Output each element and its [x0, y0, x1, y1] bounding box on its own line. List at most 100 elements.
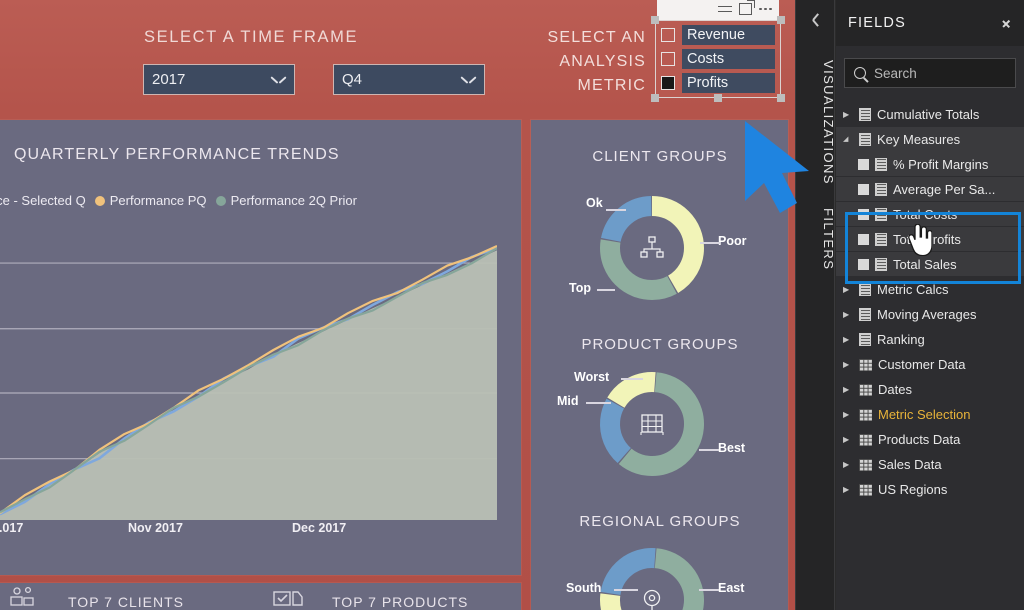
field-more-icon[interactable] [1001, 212, 1014, 216]
chevron-right-icon[interactable]: ▶ [843, 410, 853, 419]
chevron-right-icon[interactable]: ▶ [843, 485, 853, 494]
fields-table-node[interactable]: ▶ Metric Selection [836, 402, 1024, 427]
focus-mode-icon[interactable] [739, 0, 756, 15]
fields-table-node[interactable]: ▶ Dates [836, 377, 1024, 402]
search-placeholder: Search [874, 65, 917, 81]
field-checkbox[interactable] [858, 158, 869, 170]
bottom-card-title: TOP 7 CLIENTS [68, 594, 184, 610]
clients-truck-icon [8, 586, 42, 610]
hamburger-filter-icon[interactable] [718, 5, 733, 14]
fields-table-label: US Regions [878, 482, 948, 497]
chevron-down-icon [461, 75, 476, 84]
fields-table-node[interactable]: ▶ Sales Data [836, 452, 1024, 477]
chevron-right-icon[interactable]: ▶ [843, 360, 853, 369]
donut-slice-label: Ok [586, 196, 603, 210]
data-table-icon [859, 458, 872, 471]
checkbox[interactable] [661, 76, 675, 90]
resize-handle[interactable] [777, 16, 785, 24]
legend-label: Performance 2Q Prior [230, 193, 357, 208]
fields-table-node[interactable]: ▶ Products Data [836, 427, 1024, 452]
fields-table-node[interactable]: ▶ Cumulative Totals [836, 102, 1024, 127]
donut-title: PRODUCT GROUPS [581, 336, 739, 353]
chevron-left-icon[interactable] [809, 16, 821, 28]
chevron-right-icon[interactable] [1002, 16, 1012, 30]
donut-slice-label: South [566, 581, 602, 595]
fields-table-node[interactable]: ▶ Metric Calcs [836, 277, 1024, 302]
year-slicer[interactable]: 2017 [143, 64, 295, 95]
legend-label: ...mance - Selected Q [0, 193, 86, 208]
fields-table-node[interactable]: ▶ Moving Averages [836, 302, 1024, 327]
time-frame-label: SELECT A TIME FRAME [144, 28, 359, 46]
legend-item[interactable]: Performance 2Q Prior [215, 193, 357, 208]
fields-tree[interactable]: ▶ Cumulative Totals ◢ Key Measures % Profit … [836, 102, 1024, 502]
chevron-right-icon[interactable]: ▶ [843, 435, 853, 444]
analysis-metric-slicer-visual[interactable]: Revenue Costs Profits [651, 0, 785, 103]
fields-table-node[interactable]: ◢ Key Measures [836, 127, 1024, 152]
fields-table-label: Moving Averages [877, 307, 977, 322]
ellipsis-icon[interactable] [759, 7, 772, 11]
checkbox[interactable] [661, 28, 675, 42]
fields-field-row[interactable]: Average Per Sa... [836, 177, 1024, 202]
chevron-right-icon[interactable]: ▶ [843, 310, 853, 319]
fields-field-row[interactable]: % Profit Margins [836, 152, 1024, 177]
field-checkbox[interactable] [858, 183, 869, 195]
report-window: SELECT A TIME FRAME 2017 Q4 SELECT AN AN… [0, 0, 1024, 610]
fields-table-node[interactable]: ▶ US Regions [836, 477, 1024, 502]
resize-handle[interactable] [714, 94, 722, 102]
fields-table-label: Key Measures [877, 132, 961, 147]
field-label: % Profit Margins [893, 156, 989, 172]
x-tick-label: ...017 [0, 521, 24, 535]
resize-handle[interactable] [651, 16, 659, 24]
leader-line [586, 402, 611, 404]
year-slicer-value: 2017 [152, 71, 186, 88]
chevron-down-icon[interactable]: ◢ [843, 136, 853, 143]
resize-handle[interactable] [777, 94, 785, 102]
measure-table-icon [859, 108, 871, 121]
field-checkbox[interactable] [858, 233, 869, 245]
donut-title: REGIONAL GROUPS [579, 513, 741, 530]
filters-pane-tab[interactable]: FILTERS [796, 208, 836, 318]
chevron-right-icon[interactable]: ▶ [843, 335, 853, 344]
trends-card-title: QUARTERLY PERFORMANCE TRENDS [14, 146, 340, 163]
analysis-metric-label: SELECT AN ANALYSIS METRIC [547, 29, 646, 94]
metric-option-row[interactable]: Costs [661, 49, 775, 69]
field-checkbox[interactable] [858, 208, 869, 220]
metric-options-list[interactable]: Revenue Costs Profits [661, 25, 775, 93]
chart-x-axis: ...017 Nov 2017 Dec 2017 [0, 521, 500, 541]
search-input[interactable]: Search [844, 58, 1016, 88]
checkbox[interactable] [661, 52, 675, 66]
field-checkbox[interactable] [858, 258, 869, 270]
chevron-right-icon[interactable]: ▶ [843, 285, 853, 294]
fields-table-label: Customer Data [878, 357, 966, 372]
legend-item[interactable]: Performance PQ [94, 193, 207, 208]
data-table-icon [859, 483, 872, 496]
fields-table-node[interactable]: ▶ Ranking [836, 327, 1024, 352]
resize-handle[interactable] [651, 94, 659, 102]
donut-slice-label: Worst [574, 370, 610, 384]
measure-icon [875, 182, 887, 196]
metric-option-row[interactable]: Profits [661, 73, 775, 93]
measure-icon [875, 257, 887, 271]
leader-line [614, 589, 638, 591]
data-table-icon [859, 408, 872, 421]
area-chart-plot[interactable] [0, 228, 497, 520]
fields-table-node[interactable]: ▶ Customer Data [836, 352, 1024, 377]
quarter-slicer[interactable]: Q4 [333, 64, 485, 95]
metric-slicer-body[interactable]: Revenue Costs Profits [655, 20, 781, 98]
x-tick-label: Dec 2017 [292, 521, 347, 535]
annotation-arrow [745, 121, 809, 213]
legend-item[interactable]: ...mance - Selected Q [0, 193, 86, 208]
chevron-right-icon[interactable]: ▶ [843, 385, 853, 394]
measure-table-icon [859, 133, 871, 146]
fields-pane-header: FIELDS [836, 0, 1024, 46]
chevron-right-icon[interactable]: ▶ [843, 460, 853, 469]
leader-line [699, 589, 719, 591]
area-chart-svg [0, 244, 497, 520]
bottom-card-title: TOP 7 PRODUCTS [332, 594, 469, 610]
measure-icon [875, 232, 887, 246]
chevron-right-icon[interactable]: ▶ [843, 110, 853, 119]
metric-option-row[interactable]: Revenue [661, 25, 775, 45]
fields-pane-title: FIELDS [848, 15, 906, 31]
visual-toolbar[interactable] [657, 0, 779, 20]
fields-table-label: Metric Calcs [877, 282, 949, 297]
